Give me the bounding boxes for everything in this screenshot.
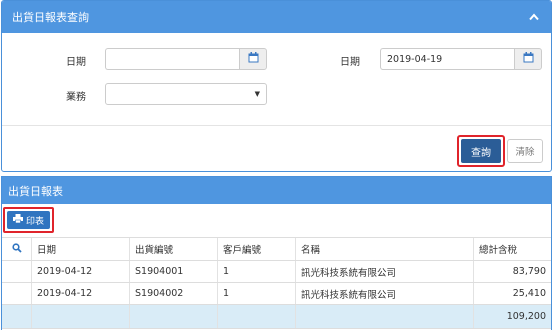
- column-header-total[interactable]: 總計含稅: [474, 238, 551, 260]
- cell-total: 25,410: [512, 288, 546, 299]
- date-to-calendar-button[interactable]: [514, 48, 542, 70]
- cell-date: 2019-04-12: [32, 261, 130, 282]
- date-to-label: 日期: [340, 57, 360, 68]
- column-header-date[interactable]: 日期: [32, 238, 130, 260]
- print-button-highlight: 印表: [3, 207, 54, 233]
- column-header-name[interactable]: 名稱: [296, 238, 474, 260]
- cell-name: 訊光科技系統有限公司: [296, 283, 474, 304]
- date-from-label: 日期: [66, 57, 86, 68]
- chevron-up-icon[interactable]: [527, 10, 541, 24]
- report-panel-title: 出貨日報表: [8, 184, 63, 198]
- query-button-highlight: 查詢: [457, 135, 505, 167]
- printer-icon: [12, 214, 23, 226]
- query-panel-title: 出貨日報表查詢: [12, 11, 89, 24]
- panel-divider: [2, 125, 551, 126]
- query-panel: 出貨日報表查詢 日期 日期 2019-04-19 業務 ▼ 查詢 清除: [1, 0, 552, 172]
- report-grid: 日期 出貨編號 客戶編號 名稱 總計含稅 2019-04-12 S1904001…: [2, 237, 551, 329]
- cell-name: 訊光科技系統有限公司: [296, 261, 474, 282]
- grid-header-row: 日期 出貨編號 客戶編號 名稱 總計含稅: [2, 237, 551, 261]
- table-row[interactable]: 2019-04-12 S1904001 1 訊光科技系統有限公司 83,790: [2, 261, 551, 283]
- calendar-icon: [248, 52, 259, 66]
- date-from-group: [105, 48, 267, 70]
- business-label: 業務: [66, 92, 86, 103]
- total-empty-cell: [218, 305, 296, 328]
- caret-down-icon: ▼: [254, 90, 260, 98]
- date-from-calendar-button[interactable]: [239, 48, 267, 70]
- query-panel-header: 出貨日報表查詢: [2, 1, 551, 33]
- search-icon: [11, 242, 22, 256]
- cell-ship-no: S1904002: [130, 283, 218, 304]
- row-selector-cell: [2, 283, 32, 304]
- total-empty-cell: [130, 305, 218, 328]
- print-button[interactable]: 印表: [7, 211, 50, 229]
- business-select[interactable]: ▼: [105, 83, 267, 105]
- report-panel-header: 出貨日報表: [2, 177, 551, 204]
- total-empty-cell: [296, 305, 474, 328]
- calendar-icon: [523, 52, 534, 66]
- row-selector-cell: [2, 261, 32, 282]
- grid-search-cell[interactable]: [2, 238, 32, 260]
- report-panel: 出貨日報表 印表 日期 出貨編號 客戶編號 名稱 總計含稅 2019-04-12: [1, 176, 552, 330]
- column-header-customer-no[interactable]: 客戶編號: [218, 238, 296, 260]
- date-to-group: 2019-04-19: [380, 48, 542, 70]
- total-empty-cell: [2, 305, 32, 328]
- total-empty-cell: [32, 305, 130, 328]
- cell-date: 2019-04-12: [32, 283, 130, 304]
- date-to-input[interactable]: 2019-04-19: [380, 48, 514, 70]
- date-from-input[interactable]: [105, 48, 239, 70]
- print-button-label: 印表: [25, 216, 44, 227]
- cell-ship-no: S1904001: [130, 261, 218, 282]
- table-row[interactable]: 2019-04-12 S1904002 1 訊光科技系統有限公司 25,410: [2, 283, 551, 305]
- clear-button[interactable]: 清除: [507, 139, 543, 163]
- grand-total: 109,200: [506, 311, 546, 322]
- grid-total-row: 109,200: [2, 305, 551, 329]
- cell-customer-no: 1: [218, 283, 296, 304]
- cell-customer-no: 1: [218, 261, 296, 282]
- query-button[interactable]: 查詢: [461, 139, 501, 163]
- column-header-ship-no[interactable]: 出貨編號: [130, 238, 218, 260]
- cell-total: 83,790: [512, 266, 546, 277]
